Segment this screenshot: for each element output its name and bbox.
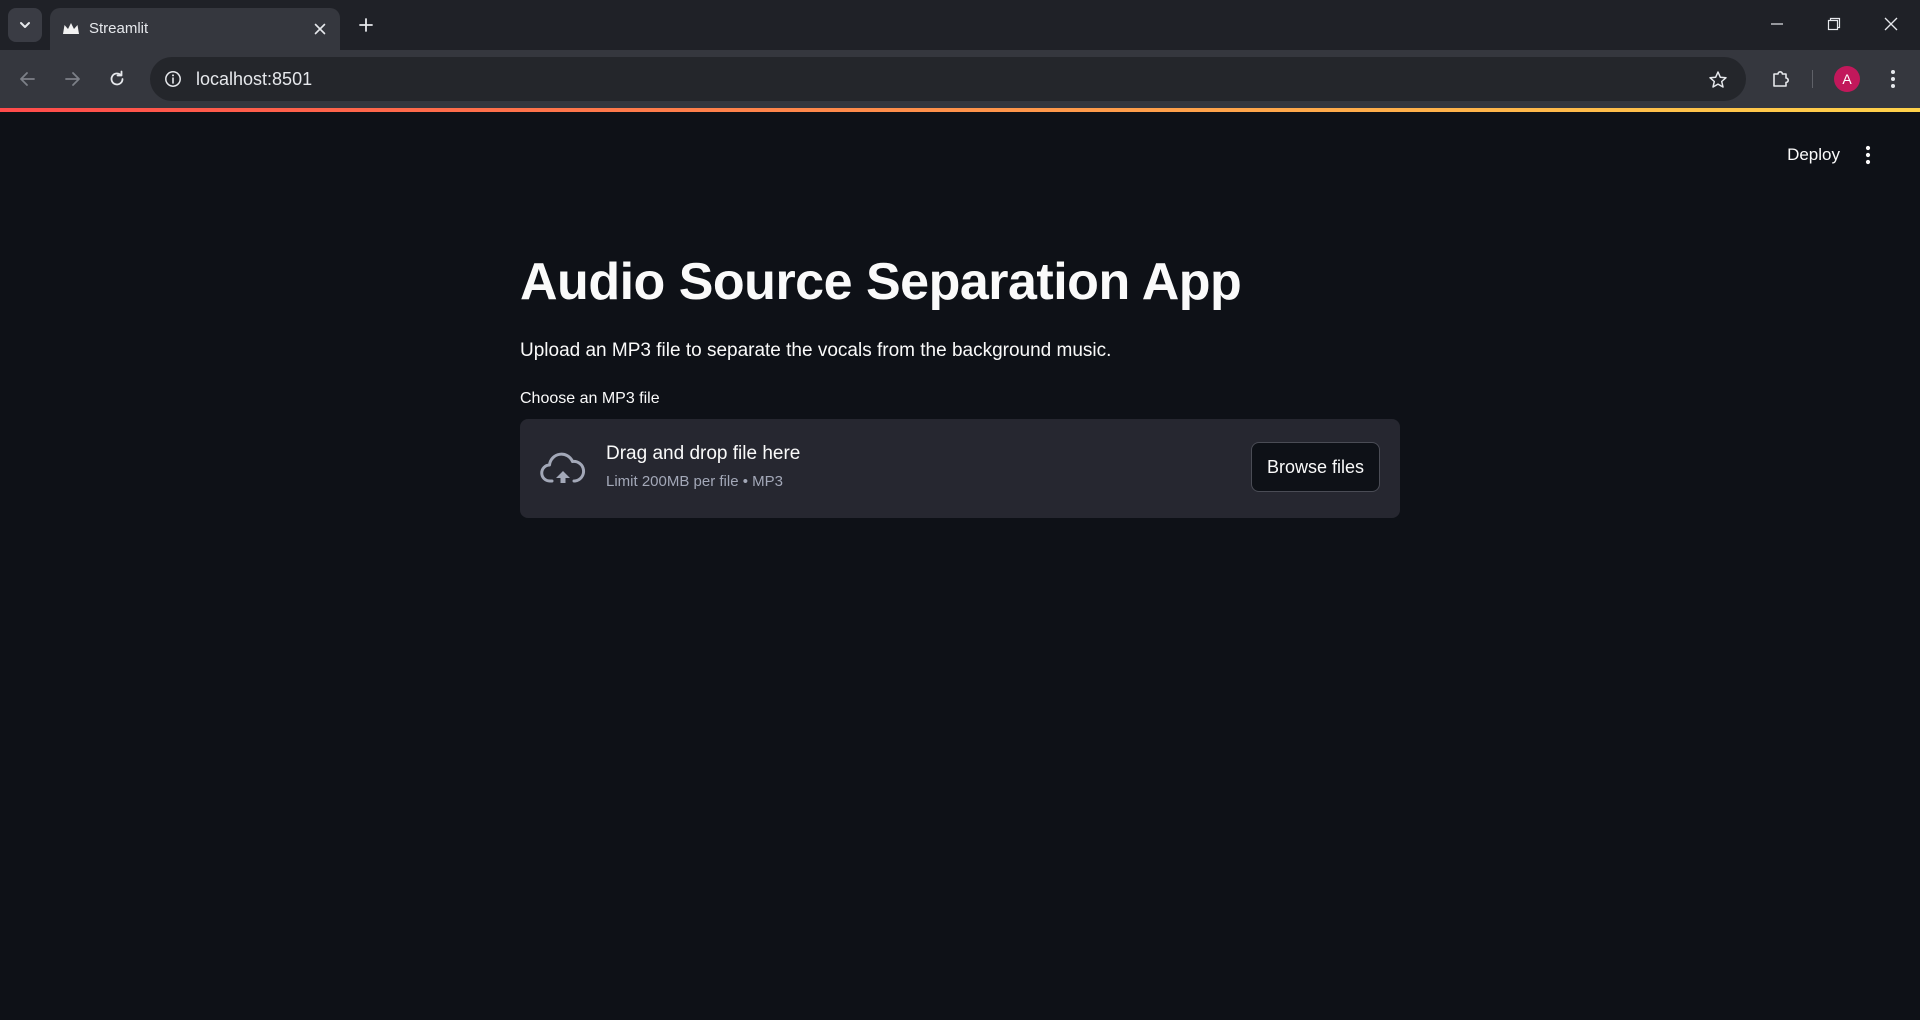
deploy-button[interactable]: Deploy <box>1787 144 1840 166</box>
site-info-button[interactable] <box>160 66 186 92</box>
back-button[interactable] <box>13 64 43 94</box>
chevron-down-icon <box>20 22 30 28</box>
address-bar[interactable]: localhost:8501 <box>150 57 1746 101</box>
reload-icon <box>110 70 124 86</box>
extensions-button[interactable] <box>1766 64 1796 94</box>
new-tab-button[interactable] <box>352 11 380 39</box>
streamlit-app: Deploy Audio Source Separation App Uploa… <box>0 112 1920 1020</box>
browser-menu-button[interactable] <box>1878 64 1908 94</box>
main-menu-button[interactable] <box>1856 142 1880 168</box>
arrow-left-icon <box>20 72 35 86</box>
file-uploader-label: Choose an MP3 file <box>520 390 660 407</box>
forward-button[interactable] <box>57 64 87 94</box>
dropzone-instructions: Drag and drop file here Limit 200MB per … <box>606 442 800 491</box>
star-icon <box>1709 71 1727 88</box>
browser-tab-active[interactable]: Streamlit <box>50 8 340 50</box>
minimize-button[interactable] <box>1748 0 1806 48</box>
file-dropzone[interactable]: Drag and drop file here Limit 200MB per … <box>520 419 1400 518</box>
file-limit-text: Limit 200MB per file • MP3 <box>606 473 783 490</box>
restore-icon <box>1827 17 1841 31</box>
browser-toolbar: localhost:8501 <box>0 50 1920 108</box>
close-icon <box>1884 17 1898 31</box>
dropzone-title: Drag and drop file here <box>606 443 801 464</box>
browser-tab-strip: Streamlit <box>0 0 1920 50</box>
info-icon <box>165 71 181 87</box>
url-text[interactable]: localhost:8501 <box>196 67 312 91</box>
streamlit-crown-icon <box>63 23 79 34</box>
close-window-button[interactable] <box>1862 0 1920 48</box>
page-description: Upload an MP3 file to separate the vocal… <box>520 340 1112 361</box>
kebab-menu-icon <box>1891 70 1895 88</box>
profile-avatar[interactable]: A <box>1834 66 1860 92</box>
kebab-menu-icon <box>1865 145 1871 165</box>
restore-button[interactable] <box>1805 0 1863 48</box>
plus-icon <box>359 18 373 32</box>
main-content: Audio Source Separation App Upload an MP… <box>520 250 1400 518</box>
close-icon <box>314 23 326 35</box>
cloud-upload-icon <box>540 452 585 483</box>
tab-close-button[interactable] <box>310 19 330 39</box>
tab-search-button[interactable] <box>8 8 42 42</box>
puzzle-icon <box>1773 71 1789 87</box>
tab-title: Streamlit <box>89 20 149 37</box>
toolbar-divider <box>1812 70 1813 88</box>
reload-button[interactable] <box>102 64 132 94</box>
arrow-right-icon <box>65 72 80 86</box>
bookmark-button[interactable] <box>1706 68 1730 92</box>
minimize-icon <box>1771 23 1783 25</box>
browse-files-button[interactable]: Browse files <box>1250 442 1380 492</box>
page-title: Audio Source Separation App <box>520 253 1242 311</box>
